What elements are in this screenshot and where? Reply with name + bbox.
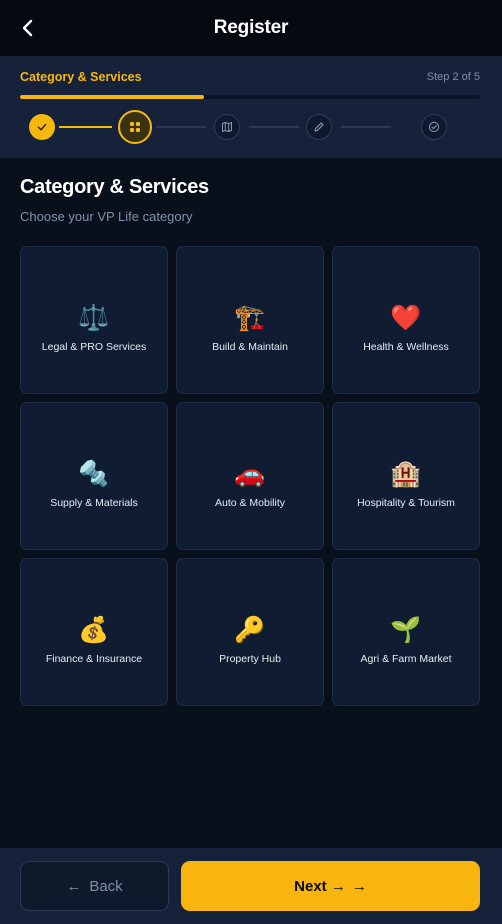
category-label: Auto & Mobility (214, 497, 286, 509)
pencil-icon (314, 122, 324, 132)
step-4-node[interactable] (306, 114, 332, 140)
step-connector-2 (156, 126, 206, 128)
category-card-build[interactable]: 🏗️ Build & Maintain (176, 246, 324, 394)
check-circle-icon (428, 121, 440, 133)
category-label: Supply & Materials (50, 497, 138, 509)
step-2-node[interactable] (118, 110, 152, 144)
progress-track (20, 95, 480, 99)
current-step-name: Category & Services (20, 70, 142, 84)
hotel-icon: 🏨 (390, 459, 422, 488)
map-icon (222, 122, 232, 132)
page-title: Register (213, 17, 289, 38)
category-card-legal[interactable]: ⚖️ Legal & PRO Services (20, 246, 168, 394)
section-subtitle: Choose your VP Life category (20, 209, 193, 224)
chevron-left-icon (22, 19, 33, 37)
step-3-node[interactable] (214, 114, 240, 140)
category-label: Hospitality & Tourism (357, 497, 455, 509)
category-card-property[interactable]: 🔑 Property Hub (176, 558, 324, 706)
step-5-node[interactable] (421, 114, 447, 140)
section-title: Category & Services (20, 176, 209, 198)
check-icon (37, 123, 47, 131)
category-card-hospitality[interactable]: 🏨 Hospitality & Tourism (332, 402, 480, 550)
category-label: Property Hub (219, 653, 281, 665)
category-card-health[interactable]: ❤️ Health & Wellness (332, 246, 480, 394)
seedling-icon: 🌱 (390, 615, 422, 644)
category-card-auto[interactable]: 🚗 Auto & Mobility (176, 402, 324, 550)
back-arrow-button[interactable] (14, 14, 42, 42)
app-header: Register (0, 0, 502, 56)
category-label: Finance & Insurance (45, 653, 143, 665)
category-card-finance[interactable]: 💰 Finance & Insurance (20, 558, 168, 706)
category-label: Agri & Farm Market (360, 653, 452, 665)
next-button[interactable]: Next → → (181, 861, 480, 911)
nut-bolt-icon: 🔩 (78, 459, 110, 488)
step-connector-3 (249, 126, 299, 128)
arrow-right-icon: → (351, 877, 367, 895)
back-button-label: Back (89, 877, 123, 895)
category-label: Build & Maintain (212, 341, 288, 353)
category-card-supply[interactable]: 🔩 Supply & Materials (20, 402, 168, 550)
scales-icon: ⚖️ (78, 303, 110, 332)
grid-icon (130, 122, 140, 132)
car-icon: 🚗 (234, 459, 266, 488)
key-icon: 🔑 (234, 615, 266, 644)
category-grid: ⚖️ Legal & PRO Services 🏗️ Build & Maint… (20, 246, 480, 706)
step-connector-4 (341, 126, 391, 128)
category-label: Legal & PRO Services (41, 341, 147, 353)
money-bag-icon: 💰 (78, 615, 110, 644)
step-connector-1 (59, 126, 112, 128)
step-1-node[interactable] (29, 114, 55, 140)
footer-bar: ← Back Next → → (0, 848, 502, 924)
heart-icon: ❤️ (390, 303, 422, 332)
progress-fill (20, 95, 204, 99)
back-button[interactable]: ← Back (20, 861, 169, 911)
step-counter: Step 2 of 5 (426, 71, 480, 83)
category-card-agri[interactable]: 🌱 Agri & Farm Market (332, 558, 480, 706)
category-label: Health & Wellness (363, 341, 449, 353)
progress-panel: Category & Services Step 2 of 5 (0, 56, 502, 158)
crane-icon: 🏗️ (234, 303, 266, 332)
next-button-label: Next → (294, 877, 346, 895)
arrow-left-icon: ← (66, 877, 82, 895)
